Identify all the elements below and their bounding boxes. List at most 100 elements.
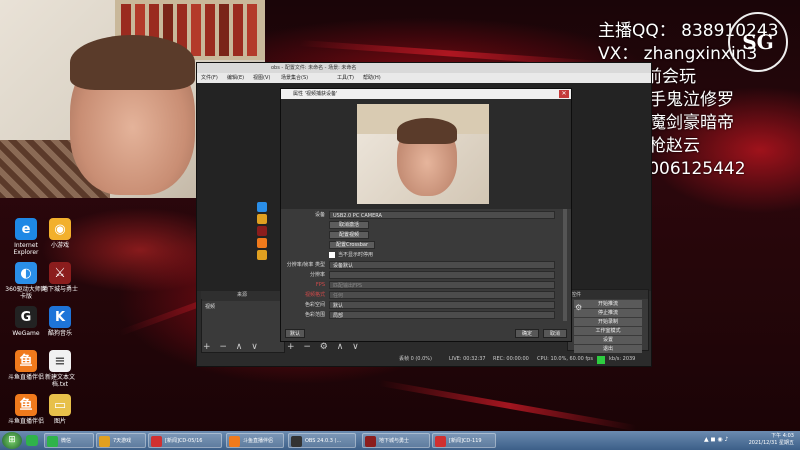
start-recording-button[interactable]: 开始录制 [574,318,642,326]
configure-video-button[interactable]: 配置视频 [329,231,369,239]
stop-streaming-button[interactable]: 停止推流 [574,309,642,317]
cancel-button[interactable]: 取消 [543,329,567,338]
textfile-icon: ≡ [49,350,71,372]
douyu-icon: 鱼 [15,394,37,416]
taskbar-item[interactable]: OBS 24.0.3 (... [288,433,356,448]
live-time: LIVE: 00:32:37 [449,356,486,362]
menu-scene-collection[interactable]: 场景集合(S) [281,73,308,83]
tray-icons[interactable]: ▲ ◼ ◉ ♪ [704,436,728,443]
ok-button[interactable]: 确定 [515,329,539,338]
exit-button[interactable]: 退出 [574,345,642,353]
desktop-icon[interactable]: ⚔ 地下城与勇士 [38,262,82,293]
close-icon[interactable]: ✕ [559,90,569,98]
sources-item[interactable]: 视频 [202,301,284,312]
taskbar: ⊞ 微信 7天游戏 [新闻]CD-05/16 斗鱼直播伴侣 OBS 24.0.3 (..… [0,431,800,450]
obs-titlebar: obs - 配置文件: 未命名 - 场景: 未命名 [197,63,651,73]
sources-toolbar[interactable]: + − ⚙ ∧ ∨ [287,342,362,352]
folder-icon: ▭ [49,394,71,416]
menu-help[interactable]: 帮助(H) [363,73,381,83]
dnf-icon: ⚔ [49,262,71,284]
taskbar-app-icon [435,436,446,447]
deactivate-button[interactable]: 取消激活 [329,221,369,229]
resolution-label: 分辨率 [309,272,325,278]
color-space-select[interactable]: 默认 [329,301,555,309]
desktop-icon[interactable]: ◉ 小游戏 [38,218,82,249]
taskbar-app-icon [229,436,240,447]
controls-panel: 控件 开始推流 停止推流 开始录制 工作室模式 设置 退出 [567,289,649,353]
resolution-select[interactable] [329,271,555,279]
defaults-button[interactable]: 默认 [285,329,305,338]
device-select[interactable]: USB2.0 PC CAMERA [329,211,555,219]
streamer-hair [70,35,195,90]
desktop-icon[interactable]: ≡ 新建文本文档.txt [38,350,82,388]
desktop-icon-label: 酷狗音乐 [47,330,72,337]
sources-title: 来源 [237,292,248,298]
taskbar-item-label: [新闻]CD-119 [449,438,482,444]
taskbar-item-label: 斗鱼直播伴侣 [243,438,274,444]
obs-side-strip [257,200,269,280]
desktop-icon[interactable]: K 酷狗音乐 [38,306,82,337]
dropped-frames: 丢帧 0 (0.0%) [399,356,432,362]
system-tray: ▲ ◼ ◉ ♪ 下午 4:03 2021/12/31 星期五 [700,431,800,450]
kugou-icon: K [49,306,71,328]
controls-title: 控件 [568,290,648,299]
resolution-type-label: 分辨率/帧率 类型 [286,262,325,268]
taskbar-item[interactable]: 地下城与勇士 [362,433,430,448]
game-icon: ◉ [49,218,71,240]
clock-time[interactable]: 下午 4:03 [749,433,794,440]
wechat-quick-icon[interactable] [26,435,38,446]
settings-button[interactable]: 设置 [574,336,642,344]
color-space-label: 色彩空间 [304,302,325,308]
desktop-icon-label: 小游戏 [50,242,69,249]
checkbox-label: 当不显示时停用 [338,252,374,258]
desktop-icon-label: 图片 [53,418,66,425]
taskbar-item[interactable]: 微信 [44,433,94,448]
device-label: 设备 [314,212,325,218]
taskbar-app-icon [151,436,162,447]
driver-icon: ◐ [15,262,37,284]
deactivate-checkbox[interactable] [329,252,335,258]
taskbar-item-label: 地下城与勇士 [379,438,410,444]
douyu-icon: 鱼 [15,350,37,372]
menu-file[interactable]: 文件(F) [201,73,218,83]
rec-time: REC: 00:00:00 [493,356,529,362]
taskbar-app-icon [365,436,376,447]
ie-icon: e [15,218,37,240]
menu-tools[interactable]: 工具(T) [337,73,354,83]
obs-menubar: 文件(F) 编辑(E) 视图(V) 场景集合(S) 工具(T) 帮助(H) [197,73,651,83]
taskbar-app-icon [99,436,110,447]
scenes-toolbar[interactable]: + − ∧ ∨ [203,342,261,352]
start-streaming-button[interactable]: 开始推流 [574,300,642,308]
dialog-titlebar: 属性 '视频捕获设备' ✕ [281,89,571,99]
resolution-type-select[interactable]: 设备默认 [329,261,555,269]
camera-preview [357,104,489,204]
taskbar-item[interactable]: [新闻]CD-05/16 [148,433,222,448]
taskbar-item[interactable]: [新闻]CD-119 [432,433,496,448]
video-format-select[interactable]: 任何 [329,291,555,299]
wallpaper-streak [379,380,637,432]
configure-crossbar-button[interactable]: 配置Crossbar [329,241,375,249]
taskbar-item-label: OBS 24.0.3 (... [305,438,342,444]
fps-label: FPS [315,282,325,288]
color-range-select[interactable]: 局部 [329,311,555,319]
channel-logo: SG [728,12,788,72]
clock-date[interactable]: 2021/12/31 星期五 [749,440,794,447]
taskbar-item[interactable]: 7天游戏 [96,433,146,448]
taskbar-app-icon [47,436,58,447]
menu-edit[interactable]: 编辑(E) [227,73,244,83]
video-capture-properties-dialog[interactable]: 属性 '视频捕获设备' ✕ 设备 USB2.0 PC CAMERA 取消激活 配… [280,88,572,342]
taskbar-item[interactable]: 斗鱼直播伴侣 [226,433,284,448]
color-range-label: 色彩范围 [304,312,325,318]
menu-view[interactable]: 视图(V) [253,73,270,83]
desktop-icon[interactable]: ▭ 图片 [38,394,82,425]
start-button[interactable]: ⊞ [2,432,22,449]
video-format-label: 视频格式 [304,292,325,298]
gear-icon[interactable]: ⚙ [575,303,583,312]
studio-mode-button[interactable]: 工作室模式 [574,327,642,335]
connection-indicator [597,356,605,364]
taskbar-item-label: [新闻]CD-05/16 [165,438,203,444]
obs-statusbar: 丢帧 0 (0.0%) LIVE: 00:32:37 REC: 00:00:00… [197,353,651,366]
fps-select[interactable]: 匹配输出FPS [329,281,555,289]
dialog-scrollbar[interactable] [563,209,567,321]
scenes-header: 来源 [201,291,283,299]
